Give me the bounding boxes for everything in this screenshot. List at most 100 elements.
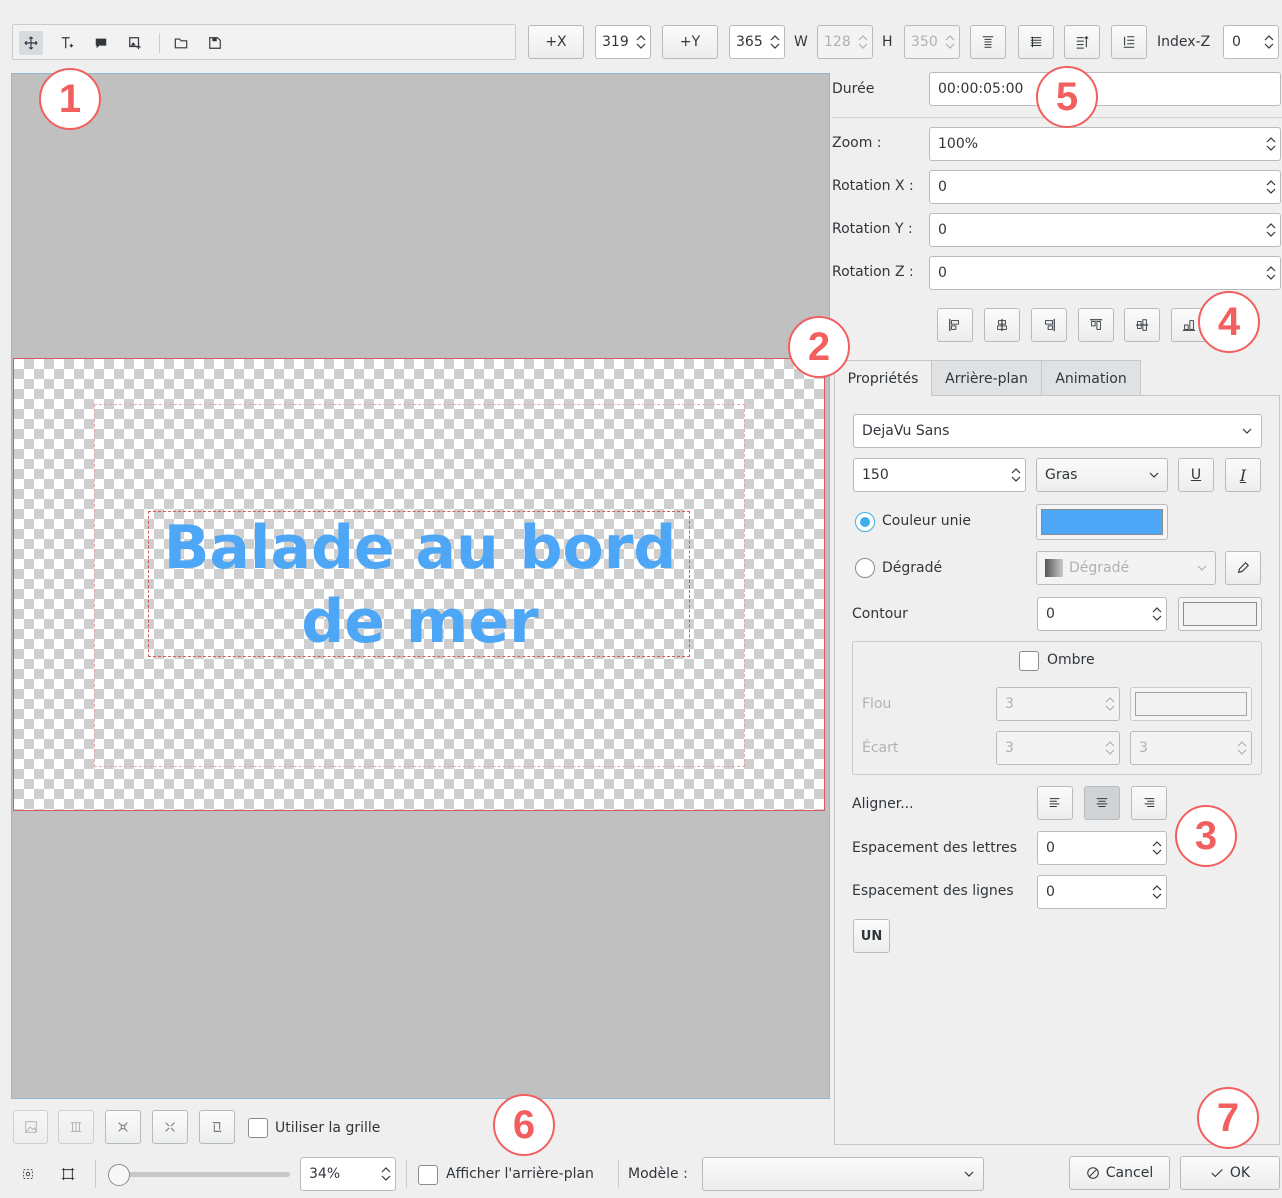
blur-input[interactable]: 3 [996, 687, 1120, 721]
slider-track [108, 1172, 290, 1177]
spin-arrows-icon[interactable] [1148, 876, 1166, 908]
columns-toolbutton[interactable] [58, 1110, 94, 1144]
shadow-checkbox[interactable] [1019, 651, 1039, 671]
spin-arrows-icon[interactable] [1262, 171, 1280, 203]
spin-arrows-icon[interactable] [1262, 257, 1280, 289]
zoom-fit-icon[interactable] [16, 1162, 40, 1186]
spin-arrows-icon[interactable] [1101, 732, 1119, 764]
use-grid-label: Utiliser la grille [275, 1120, 381, 1136]
typewriter-button[interactable]: UN [853, 919, 890, 953]
height-input[interactable]: 350 [904, 25, 960, 59]
align-item-left-button[interactable] [937, 308, 973, 342]
duration-input[interactable]: 00:00:05:00 [929, 72, 1281, 106]
spin-arrows-icon[interactable] [1148, 598, 1166, 630]
zoom-input[interactable]: 100% [929, 127, 1281, 161]
spin-arrows-icon[interactable] [1260, 26, 1278, 58]
zoom-percent-input[interactable]: 34% [300, 1157, 396, 1191]
align-item-right-button[interactable] [1031, 308, 1067, 342]
plus-x-button[interactable]: +X [528, 25, 584, 59]
gradient-radio[interactable] [855, 558, 875, 578]
solid-color-button[interactable] [1036, 504, 1168, 540]
align-item-vcenter-button[interactable] [1124, 308, 1160, 342]
zoom-slider[interactable] [108, 1164, 290, 1186]
font-size-input[interactable]: 150 [853, 458, 1026, 492]
italic-button[interactable]: I [1225, 458, 1261, 492]
show-background-checkbox[interactable] [418, 1165, 438, 1185]
spin-arrows-icon[interactable] [1007, 459, 1025, 491]
add-image-icon[interactable] [123, 31, 147, 55]
shadow-color-button[interactable] [1130, 687, 1252, 721]
spin-arrows-icon[interactable] [632, 26, 650, 58]
rotation-z-input[interactable]: 0 [929, 256, 1281, 290]
font-weight-select[interactable]: Gras [1036, 458, 1168, 492]
chevron-down-icon [1141, 459, 1167, 491]
add-text-icon[interactable] [55, 31, 79, 55]
unite-toolbutton[interactable] [105, 1110, 141, 1144]
unite-icon [118, 1122, 128, 1132]
align-text-left-button[interactable] [1037, 786, 1073, 820]
tab-proprietes[interactable]: Propriétés [834, 360, 932, 396]
split-toolbutton[interactable] [152, 1110, 188, 1144]
tab-animation[interactable]: Animation [1041, 360, 1141, 396]
solid-color-radio[interactable] [855, 512, 875, 532]
width-input[interactable]: 128 [817, 25, 873, 59]
template-select[interactable] [702, 1157, 984, 1191]
open-document-icon[interactable] [169, 31, 193, 55]
align-text-center-button[interactable] [1084, 786, 1120, 820]
toolbar-separator [618, 1160, 619, 1188]
spin-arrows-icon[interactable] [1233, 732, 1251, 764]
align-label: Aligner... [852, 796, 914, 812]
align-text-right-button[interactable] [1131, 786, 1167, 820]
align-item-hcenter-button[interactable] [984, 308, 1020, 342]
zindex-input[interactable]: 0 [1223, 25, 1279, 59]
callout-3: 3 [1175, 805, 1237, 867]
plus-y-button[interactable]: +Y [662, 25, 718, 59]
align-right-icon [1144, 798, 1155, 808]
use-grid-checkbox[interactable] [248, 1118, 268, 1138]
ok-button[interactable]: OK [1180, 1156, 1280, 1190]
spin-arrows-icon[interactable] [766, 26, 784, 58]
shadow-label: Ombre [1047, 652, 1095, 668]
align-bottom-button[interactable] [1111, 25, 1147, 59]
check-icon [1211, 1169, 1223, 1178]
spin-arrows-icon[interactable] [1101, 688, 1119, 720]
spin-arrows-icon[interactable] [941, 26, 959, 58]
select-icon[interactable] [19, 31, 43, 55]
spin-arrows-icon[interactable] [1262, 214, 1280, 246]
save-as-icon[interactable] [203, 31, 227, 55]
outline-label: Contour [852, 606, 908, 622]
line-spacing-input[interactable]: 0 [1037, 875, 1167, 909]
crop-toolbutton[interactable] [199, 1110, 235, 1144]
align-item-top-button[interactable] [1078, 308, 1114, 342]
letter-spacing-input[interactable]: 0 [1037, 831, 1167, 865]
tab-arriere-plan[interactable]: Arrière-plan [931, 360, 1042, 396]
offset-y-input[interactable]: 3 [1130, 731, 1252, 765]
spin-arrows-icon[interactable] [854, 26, 872, 58]
add-rect-icon[interactable] [89, 31, 113, 55]
zoom-original-icon[interactable] [56, 1162, 80, 1186]
outline-color-button[interactable] [1178, 597, 1262, 631]
font-select[interactable]: DejaVu Sans [853, 414, 1262, 448]
spin-arrows-icon[interactable] [1148, 832, 1166, 864]
spin-arrows-icon[interactable] [1262, 128, 1280, 160]
gradient-swatch [1045, 559, 1063, 577]
offset-x-input[interactable]: 3 [996, 731, 1120, 765]
y-position-input[interactable]: 365 [729, 25, 785, 59]
align-up-button[interactable] [1018, 25, 1054, 59]
rotation-y-input[interactable]: 0 [929, 213, 1281, 247]
cancel-button[interactable]: Cancel [1069, 1156, 1170, 1190]
chevron-down-icon [1189, 552, 1215, 584]
underline-button[interactable]: U [1178, 458, 1214, 492]
spin-arrows-icon[interactable] [377, 1158, 395, 1190]
align-top-button[interactable] [970, 25, 1006, 59]
rotation-x-input[interactable]: 0 [929, 170, 1281, 204]
chevron-down-icon [955, 1158, 983, 1190]
outline-input[interactable]: 0 [1037, 597, 1167, 631]
x-position-input[interactable]: 319 [595, 25, 651, 59]
align-down-button[interactable] [1064, 25, 1100, 59]
gradient-select[interactable]: Dégradé [1036, 551, 1216, 585]
edit-gradient-button[interactable] [1225, 551, 1261, 585]
slider-handle[interactable] [108, 1164, 130, 1186]
image-toolbutton[interactable] [13, 1110, 48, 1144]
callout-4: 4 [1198, 291, 1260, 353]
